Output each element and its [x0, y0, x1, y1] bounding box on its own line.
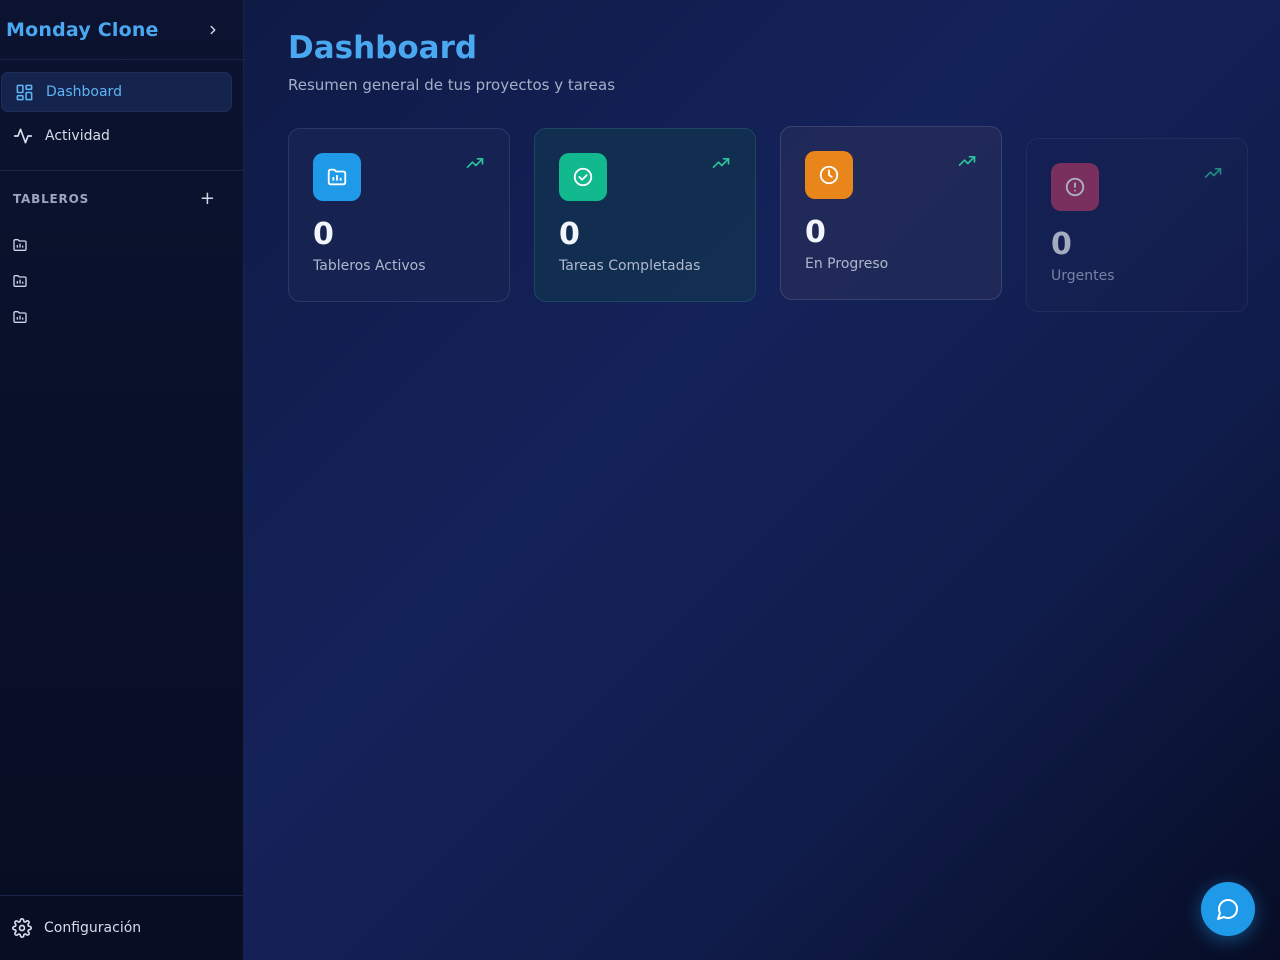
- settings-button[interactable]: Configuración: [0, 895, 243, 960]
- card-icon-box: [313, 153, 361, 201]
- board-folder-icon: [13, 239, 27, 251]
- card-value: 0: [805, 215, 826, 250]
- trending-up-icon: [711, 153, 731, 177]
- nav-item-label: Actividad: [45, 128, 110, 144]
- card-label: Urgentes: [1051, 268, 1115, 284]
- settings-label: Configuración: [44, 920, 142, 936]
- nav-item-activity[interactable]: Actividad: [1, 116, 232, 156]
- activity-icon: [13, 126, 33, 146]
- gear-icon: [12, 918, 32, 938]
- clock-icon: [819, 165, 839, 185]
- stats-cards: 0 Tableros Activos 0 Tareas Completadas: [288, 126, 1248, 328]
- board-folder-icon: [13, 275, 27, 287]
- sidebar: Monday Clone Dashboard Actividad TABLERO…: [0, 0, 244, 960]
- boards-section-title: TABLEROS: [13, 192, 90, 206]
- chevron-right-icon: [210, 25, 216, 34]
- page-subtitle: Resumen general de tus proyectos y tarea…: [288, 76, 616, 94]
- grid-icon: [14, 82, 34, 102]
- collapse-sidebar-button[interactable]: [203, 20, 223, 40]
- app-root: Monday Clone Dashboard Actividad TABLERO…: [0, 0, 1280, 960]
- board-folder-icon: [13, 311, 27, 323]
- card-label: Tareas Completadas: [559, 258, 701, 274]
- card-value: 0: [1051, 227, 1072, 262]
- brand-title: Monday Clone: [6, 18, 159, 41]
- trending-up-icon: [465, 153, 485, 177]
- trending-up-icon: [1203, 163, 1223, 187]
- boards-list: [0, 227, 243, 335]
- nav-item-label: Dashboard: [46, 84, 122, 100]
- main-nav: Dashboard Actividad: [0, 60, 243, 171]
- add-board-button[interactable]: +: [200, 190, 215, 208]
- trending-up-icon: [957, 151, 977, 175]
- board-item[interactable]: [12, 263, 231, 299]
- boards-section-header: TABLEROS +: [0, 171, 243, 227]
- page-title: Dashboard: [288, 30, 478, 66]
- card-icon-box: [1051, 163, 1099, 211]
- card-label: En Progreso: [805, 256, 889, 272]
- stat-card-in-progress[interactable]: 0 En Progreso: [780, 126, 1002, 300]
- card-icon-box: [559, 153, 607, 201]
- stat-card-completed-tasks[interactable]: 0 Tareas Completadas: [534, 128, 756, 302]
- nav-item-dashboard[interactable]: Dashboard: [1, 72, 232, 112]
- chat-bubble-icon: [1217, 899, 1238, 920]
- stat-card-active-boards[interactable]: 0 Tableros Activos: [288, 128, 510, 302]
- main-content: Dashboard Resumen general de tus proyect…: [244, 0, 1280, 960]
- stat-card-urgent[interactable]: 0 Urgentes: [1026, 138, 1248, 312]
- card-icon-box: [805, 151, 853, 199]
- alert-circle-icon: [1065, 177, 1085, 197]
- check-circle-icon: [573, 167, 593, 187]
- board-item[interactable]: [12, 299, 231, 335]
- board-folder-icon: [327, 168, 347, 186]
- card-value: 0: [559, 217, 580, 252]
- card-label: Tableros Activos: [313, 258, 426, 274]
- sidebar-header: Monday Clone: [0, 0, 243, 60]
- card-value: 0: [313, 217, 334, 252]
- chat-button[interactable]: [1201, 882, 1255, 936]
- board-item[interactable]: [12, 227, 231, 263]
